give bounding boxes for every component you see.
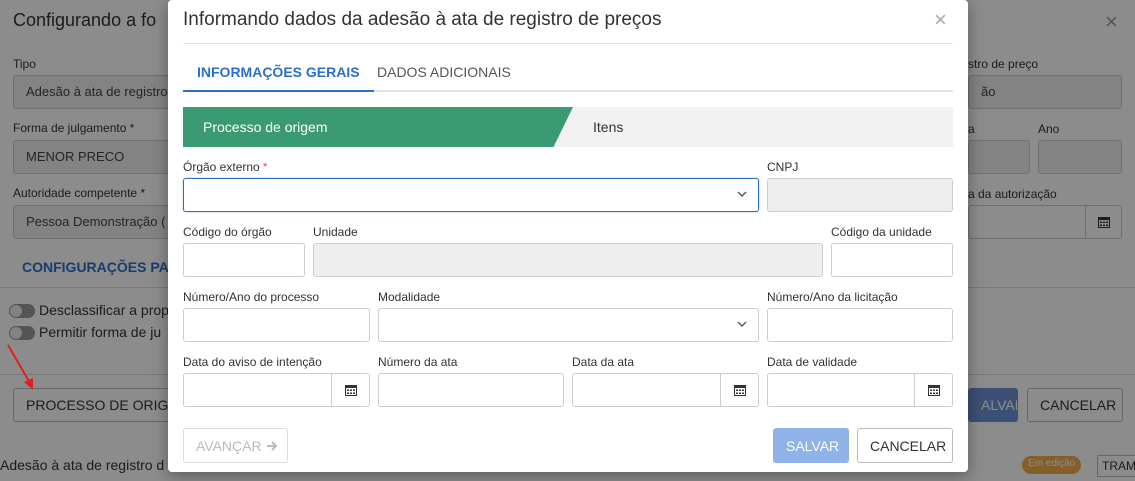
- codigo-unidade-field[interactable]: [831, 243, 953, 277]
- dialog-tabs: INFORMAÇÕES GERAIS DADOS ADICIONAIS: [183, 56, 953, 92]
- dialog-title: Informando dados da adesão à ata de regi…: [183, 9, 662, 30]
- unidade-label: Unidade: [313, 225, 358, 239]
- close-icon[interactable]: ×: [934, 7, 947, 33]
- chevron-down-icon: [737, 321, 747, 327]
- numero-ano-processo-field[interactable]: [183, 308, 370, 342]
- numero-ata-field[interactable]: [378, 373, 564, 407]
- data-validade-field[interactable]: [767, 373, 953, 407]
- wizard-steps: Processo de origem Itens: [183, 107, 953, 147]
- tab-informacoes-gerais[interactable]: INFORMAÇÕES GERAIS: [183, 56, 374, 92]
- avancar-button[interactable]: AVANÇAR: [183, 428, 288, 463]
- data-validade-label: Data de validade: [767, 355, 858, 369]
- save-button[interactable]: SALVAR: [773, 428, 849, 463]
- numero-ata-label: Número da ata: [378, 355, 458, 369]
- arrow-right-icon: [266, 441, 277, 451]
- step-itens[interactable]: Itens: [593, 107, 623, 147]
- calendar-icon[interactable]: [720, 374, 758, 406]
- calendar-icon[interactable]: [914, 374, 952, 406]
- numero-ano-licitacao-label: Número/Ano da licitação: [767, 290, 898, 304]
- orgao-externo-select[interactable]: [183, 178, 759, 212]
- divider: [183, 43, 953, 44]
- numero-ano-licitacao-field[interactable]: [767, 308, 953, 342]
- annotation-arrow-icon: [7, 344, 33, 390]
- avancar-label: AVANÇAR: [196, 438, 262, 454]
- adesao-dialog: Informando dados da adesão à ata de regi…: [168, 0, 968, 472]
- calendar-icon[interactable]: [331, 374, 369, 406]
- cancel-button[interactable]: CANCELAR: [857, 428, 953, 463]
- data-aviso-label: Data do aviso de intenção: [183, 355, 322, 369]
- data-ata-label: Data da ata: [572, 355, 635, 369]
- codigo-unidade-label: Código da unidade: [831, 225, 932, 239]
- cnpj-label: CNPJ: [767, 160, 799, 174]
- modalidade-select[interactable]: [378, 308, 759, 342]
- orgao-externo-label: Órgão externo *: [183, 160, 268, 174]
- chevron-down-icon: [737, 191, 747, 197]
- step-processo-origem[interactable]: Processo de origem: [183, 107, 573, 147]
- data-aviso-field[interactable]: [183, 373, 370, 407]
- data-ata-field[interactable]: [572, 373, 759, 407]
- modalidade-label: Modalidade: [378, 290, 441, 304]
- numero-ano-processo-label: Número/Ano do processo: [183, 290, 320, 304]
- tab-dados-adicionais[interactable]: DADOS ADICIONAIS: [363, 56, 525, 92]
- cnpj-field: [767, 178, 953, 212]
- unidade-field: [313, 243, 823, 277]
- codigo-orgao-label: Código do órgão: [183, 225, 272, 239]
- codigo-orgao-field[interactable]: [183, 243, 305, 277]
